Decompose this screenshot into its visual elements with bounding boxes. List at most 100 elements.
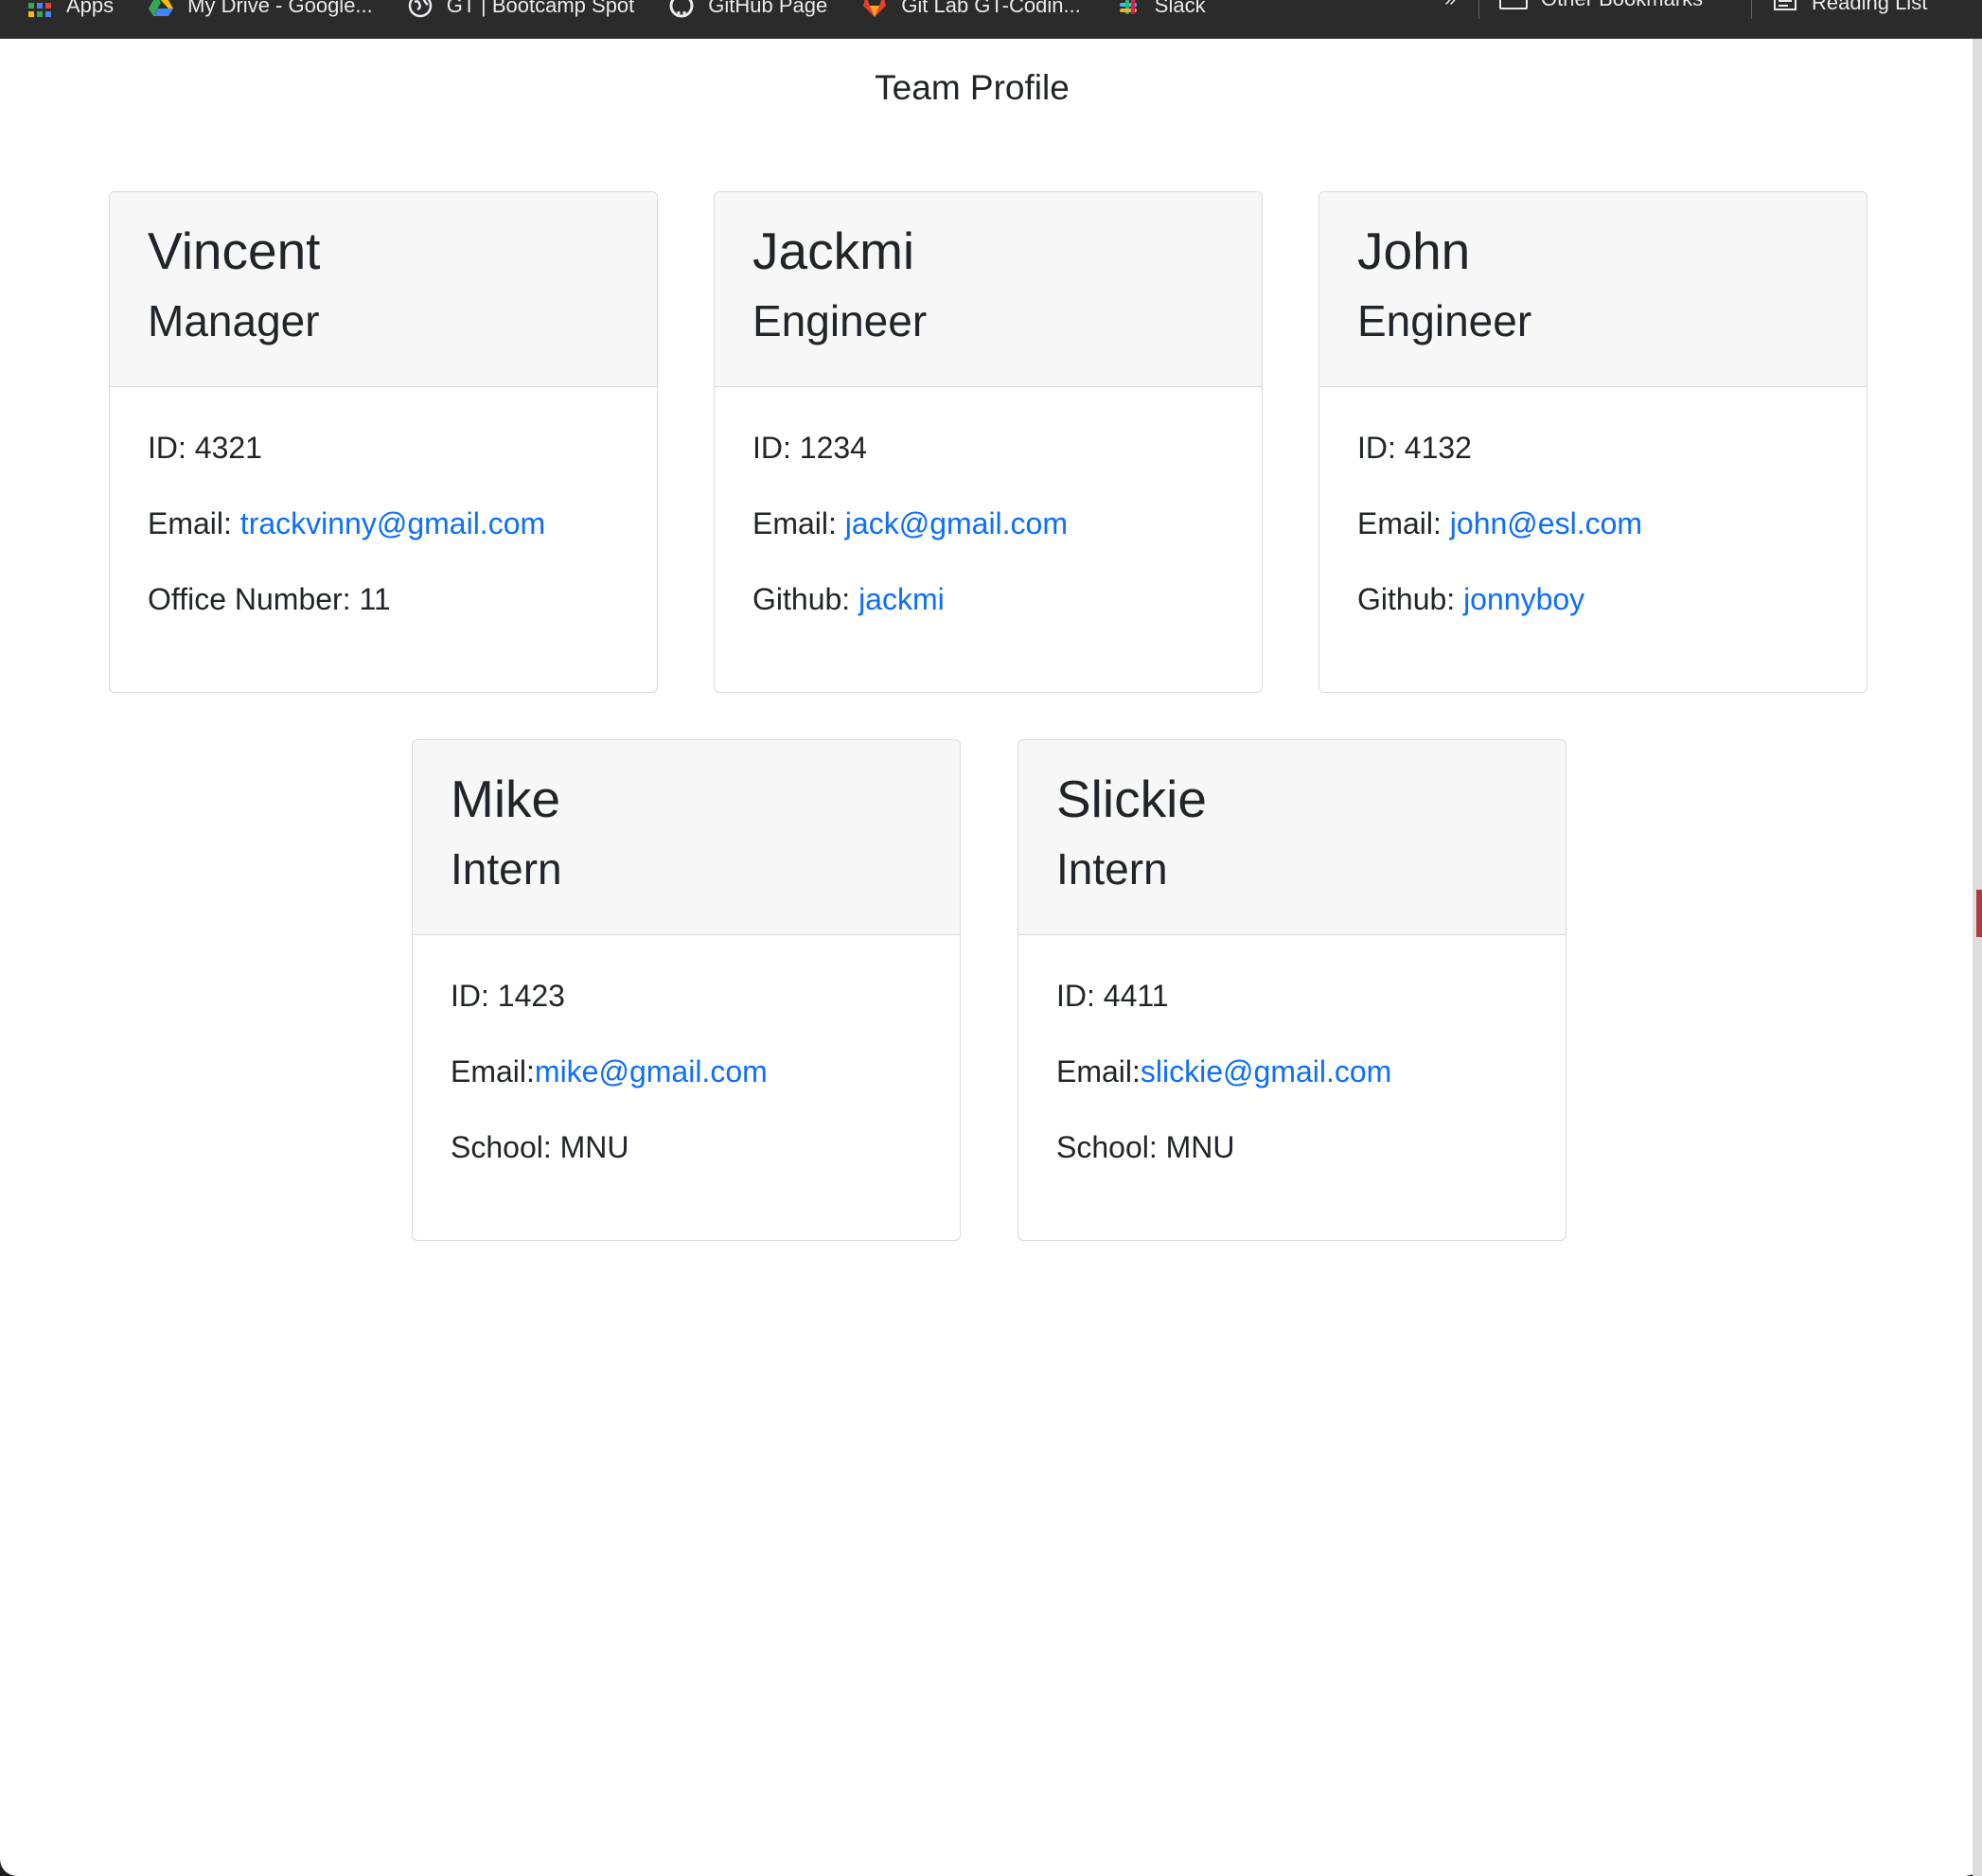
other-bookmarks-label: Other Bookmarks bbox=[1541, 0, 1703, 11]
employee-role: Engineer bbox=[1357, 296, 1532, 345]
github-link[interactable]: jackmi bbox=[858, 582, 945, 616]
card-header: John Engineer bbox=[1319, 192, 1867, 387]
employee-id: ID: 1423 bbox=[451, 977, 960, 1015]
employee-role: Manager bbox=[148, 296, 320, 345]
employee-email: Email: trackvinny@gmail.com bbox=[148, 504, 657, 542]
field-value: 1423 bbox=[497, 979, 565, 1013]
employee-name: Vincent bbox=[148, 221, 321, 280]
card-body: ID: 1423 Email:mike@gmail.com School: MN… bbox=[413, 935, 960, 1166]
window-right-edge bbox=[1973, 39, 1982, 1876]
field-label: ID: bbox=[752, 431, 800, 465]
field-label: Github: bbox=[1357, 582, 1464, 616]
bookmark-apps[interactable]: Apps bbox=[27, 0, 114, 19]
field-label: School: bbox=[1056, 1130, 1166, 1164]
field-label: ID: bbox=[148, 431, 195, 465]
window-edge-marker bbox=[1976, 890, 1982, 937]
employee-id: ID: 1234 bbox=[752, 429, 1262, 467]
email-link[interactable]: john@esl.com bbox=[1450, 506, 1642, 540]
field-label: School: bbox=[451, 1130, 560, 1164]
card-header: Vincent Manager bbox=[110, 192, 657, 387]
employee-github: Github: jackmi bbox=[752, 580, 1262, 618]
employee-id: ID: 4132 bbox=[1357, 429, 1867, 467]
reading-list-button[interactable]: Reading List bbox=[1772, 0, 1927, 19]
bookmark-label: Git Lab GT-Codin... bbox=[901, 0, 1081, 17]
field-value: 11 bbox=[359, 582, 391, 616]
employee-email: Email: john@esl.com bbox=[1357, 504, 1867, 542]
employee-github: Github: jonnyboy bbox=[1357, 580, 1867, 618]
bookmarks-bar: Apps My Drive - Google... GT | Bootcamp … bbox=[0, 0, 1982, 39]
field-value: 1234 bbox=[799, 431, 867, 465]
page-viewport: Team Profile Vincent Manager ID: 4321 Em… bbox=[0, 39, 1982, 1876]
field-label: Email: bbox=[1056, 1054, 1141, 1088]
field-label: ID: bbox=[451, 979, 498, 1013]
other-bookmarks-button[interactable]: Other Bookmarks bbox=[1499, 0, 1703, 11]
field-label: Office Number: bbox=[148, 582, 360, 616]
field-label: Email: bbox=[752, 506, 845, 540]
employee-id: ID: 4321 bbox=[148, 429, 657, 467]
employee-role: Intern bbox=[451, 844, 562, 894]
employee-name: John bbox=[1357, 221, 1471, 280]
field-value: MNU bbox=[1165, 1130, 1235, 1164]
bookmark-github-page[interactable]: GitHub Page bbox=[668, 0, 827, 19]
card-header: Mike Intern bbox=[413, 740, 960, 935]
employee-role: Intern bbox=[1056, 844, 1168, 894]
employee-email: Email:slickie@gmail.com bbox=[1056, 1053, 1566, 1090]
apps-grid-icon bbox=[27, 0, 53, 19]
card-body: ID: 4321 Email: trackvinny@gmail.com Off… bbox=[110, 387, 657, 618]
employee-card: Slickie Intern ID: 4411 Email:slickie@gm… bbox=[1018, 739, 1566, 1241]
slack-icon bbox=[1115, 0, 1141, 19]
reading-list-label: Reading List bbox=[1812, 0, 1928, 14]
email-link[interactable]: trackvinny@gmail.com bbox=[240, 506, 545, 540]
employee-name: Slickie bbox=[1056, 770, 1207, 828]
bookmark-gitlab[interactable]: Git Lab GT-Codin... bbox=[861, 0, 1081, 19]
field-label: Email: bbox=[451, 1054, 535, 1088]
field-label: ID: bbox=[1357, 431, 1405, 465]
employee-id: ID: 4411 bbox=[1056, 977, 1566, 1015]
employee-office-number: Office Number: 11 bbox=[148, 580, 657, 618]
field-value: MNU bbox=[559, 1130, 629, 1164]
bookmark-label: Apps bbox=[66, 0, 115, 17]
reading-list-icon bbox=[1772, 0, 1798, 19]
card-header: Jackmi Engineer bbox=[715, 192, 1262, 387]
email-link[interactable]: mike@gmail.com bbox=[535, 1054, 768, 1088]
employee-email: Email:mike@gmail.com bbox=[451, 1053, 960, 1090]
gitlab-icon bbox=[861, 0, 888, 19]
employee-name: Mike bbox=[451, 770, 561, 828]
field-value: 4321 bbox=[194, 431, 262, 465]
card-body: ID: 1234 Email: jack@gmail.com Github: j… bbox=[715, 387, 1262, 618]
field-label: Email: bbox=[148, 506, 240, 540]
folder-icon bbox=[1499, 0, 1528, 9]
employee-card: Jackmi Engineer ID: 1234 Email: jack@gma… bbox=[714, 191, 1263, 693]
card-body: ID: 4411 Email:slickie@gmail.com School:… bbox=[1018, 935, 1566, 1166]
bookmark-bootcamp-spot[interactable]: GT | Bootcamp Spot bbox=[407, 0, 635, 19]
field-value: 4411 bbox=[1103, 979, 1169, 1013]
bookmark-label: Slack bbox=[1154, 0, 1206, 17]
bookmark-slack[interactable]: Slack bbox=[1115, 0, 1206, 19]
page-title: Team Profile bbox=[875, 68, 1070, 107]
employee-card: Vincent Manager ID: 4321 Email: trackvin… bbox=[109, 191, 658, 693]
bookmarks-overflow-button[interactable]: » bbox=[1444, 0, 1456, 11]
bookmark-label: My Drive - Google... bbox=[187, 0, 373, 17]
globe-icon bbox=[407, 0, 434, 19]
github-icon bbox=[668, 0, 695, 19]
bookmark-label: GT | Bootcamp Spot bbox=[446, 0, 635, 17]
employee-school: School: MNU bbox=[1056, 1128, 1566, 1166]
field-value: 4132 bbox=[1404, 431, 1472, 465]
field-label: Github: bbox=[752, 582, 859, 616]
employee-name: Jackmi bbox=[752, 221, 915, 280]
employee-school: School: MNU bbox=[451, 1128, 960, 1166]
email-link[interactable]: jack@gmail.com bbox=[845, 506, 1068, 540]
google-drive-icon bbox=[148, 0, 174, 19]
github-link[interactable]: jonnyboy bbox=[1463, 582, 1584, 616]
card-body: ID: 4132 Email: john@esl.com Github: jon… bbox=[1319, 387, 1867, 618]
bookmarks-divider bbox=[1478, 0, 1479, 19]
employee-role: Engineer bbox=[752, 296, 928, 345]
email-link[interactable]: slickie@gmail.com bbox=[1141, 1054, 1391, 1088]
field-label: ID: bbox=[1056, 979, 1104, 1013]
employee-card: Mike Intern ID: 1423 Email:mike@gmail.co… bbox=[412, 739, 961, 1241]
bookmarks-divider bbox=[1751, 0, 1752, 19]
bookmark-my-drive[interactable]: My Drive - Google... bbox=[148, 0, 373, 19]
card-header: Slickie Intern bbox=[1018, 740, 1566, 935]
field-label: Email: bbox=[1357, 506, 1450, 540]
bookmark-label: GitHub Page bbox=[708, 0, 828, 17]
